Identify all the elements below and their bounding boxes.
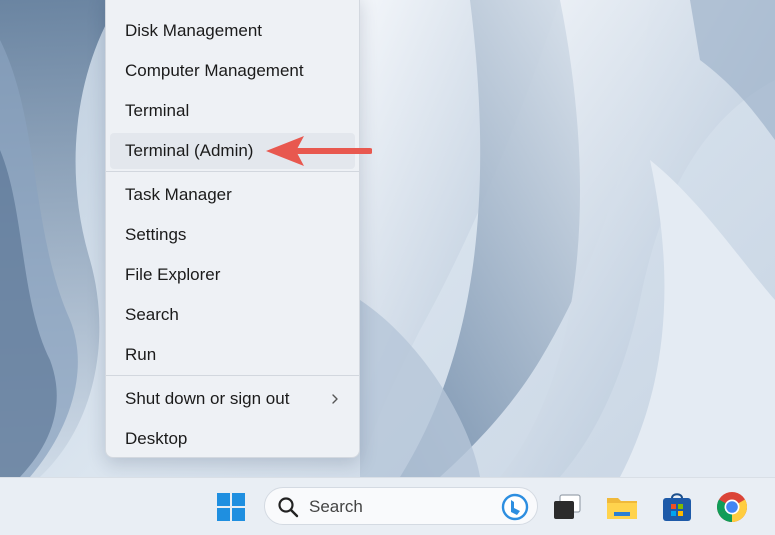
menu-item-label: Settings [125,225,187,244]
menu-item-terminal[interactable]: Terminal [110,93,355,129]
menu-item-label: Shut down or sign out [125,389,290,408]
microsoft-store-icon[interactable] [660,490,694,524]
chrome-icon[interactable] [715,490,749,524]
menu-item-desktop[interactable]: Desktop [110,421,355,457]
menu-item-label: Disk Management [125,21,263,40]
menu-item-label: File Explorer [125,265,221,284]
menu-item-computer-management[interactable]: Computer Management [110,53,355,89]
file-explorer-icon[interactable] [605,490,639,524]
taskbar-search-box[interactable]: Search [264,487,538,525]
menu-item-label: Desktop [125,429,188,448]
menu-item-label: Computer Management [125,61,304,80]
taskbar: Search [0,477,775,535]
red-arrow-annotation [266,136,372,166]
menu-divider [106,171,359,172]
menu-item-shut-down-or-sign-out[interactable]: Shut down or sign out [110,381,355,417]
menu-item-task-manager[interactable]: Task Manager [110,177,355,213]
chevron-right-icon [332,394,338,404]
menu-item-file-explorer[interactable]: File Explorer [110,257,355,293]
menu-item-search[interactable]: Search [110,297,355,333]
menu-item-settings[interactable]: Settings [110,217,355,253]
menu-item-disk-management[interactable]: Disk Management [110,13,355,49]
search-icon [278,497,299,518]
menu-item-label: Terminal (Admin) [125,141,254,160]
search-placeholder: Search [309,497,363,516]
menu-item-label: Terminal [125,101,190,120]
menu-item-label: Run [125,345,157,364]
menu-item-label: Task Manager [125,185,232,204]
windows-start-icon[interactable] [214,490,248,524]
winx-context-menu: Disk Management Computer Management Term… [105,0,360,458]
bing-icon[interactable] [501,493,529,521]
menu-item-run[interactable]: Run [110,337,355,373]
task-view-icon[interactable] [551,490,585,524]
menu-divider [106,375,359,376]
menu-item-label: Search [125,305,179,324]
